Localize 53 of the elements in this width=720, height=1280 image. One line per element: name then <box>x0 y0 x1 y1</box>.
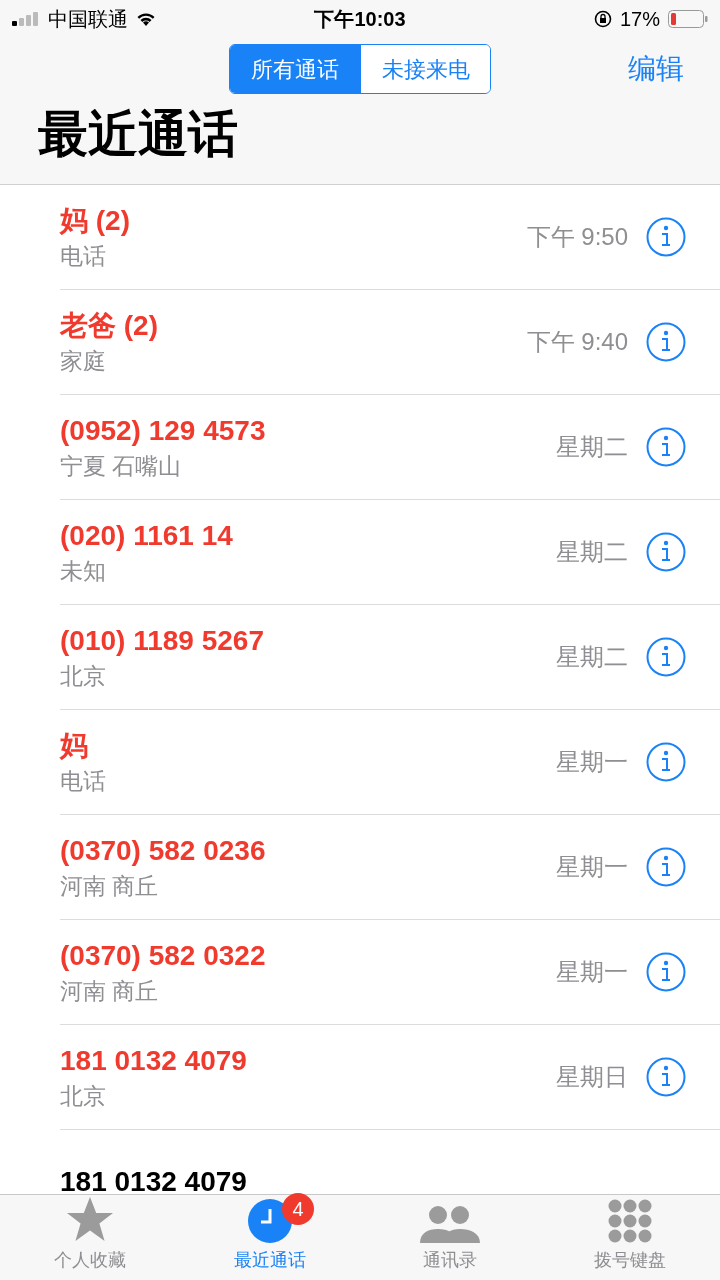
segment-tab[interactable]: 所有通话 <box>230 45 360 93</box>
caller-name: 妈 <box>60 729 89 763</box>
call-time: 星期一 <box>556 957 628 987</box>
tab-bar-item[interactable]: 通讯录 <box>360 1195 540 1280</box>
star-icon <box>66 1197 114 1243</box>
info-icon[interactable] <box>646 322 686 362</box>
call-label: 未知 <box>60 557 107 586</box>
caller-name: 181 0132 4079 <box>60 1044 248 1078</box>
clock-time: 下午10:03 <box>314 7 406 32</box>
call-label: 北京 <box>60 1082 107 1111</box>
call-label: 河南 商丘 <box>60 872 160 901</box>
info-icon[interactable] <box>646 637 686 677</box>
keypad-icon <box>608 1199 652 1243</box>
badge: 4 <box>282 1193 314 1225</box>
segment-tab[interactable]: 未接来电 <box>360 45 490 93</box>
wifi-icon <box>136 12 156 26</box>
call-time: 下午 9:50 <box>526 222 628 252</box>
info-icon[interactable] <box>646 532 686 572</box>
signal-icon <box>12 12 40 26</box>
caller-name: (0370) 582 0322 <box>60 939 267 973</box>
call-time: 星期一 <box>556 747 628 777</box>
info-icon[interactable] <box>646 952 686 992</box>
rotation-lock-icon <box>593 10 612 28</box>
edit-button[interactable]: 编辑 <box>628 48 684 90</box>
people-icon <box>420 1203 480 1243</box>
caller-name: (020) 1161 14 <box>60 519 234 553</box>
page-title: 最近通话 <box>37 105 239 164</box>
caller-name: (0952) 129 4573 <box>60 414 267 448</box>
info-icon[interactable] <box>646 847 686 887</box>
call-time: 下午 9:40 <box>526 327 628 357</box>
battery-icon <box>668 10 708 28</box>
info-icon[interactable] <box>646 427 686 467</box>
tab-bar-item[interactable]: 拨号键盘 <box>540 1195 720 1280</box>
call-label: 家庭 <box>60 347 107 376</box>
call-label: 河南 商丘 <box>60 977 160 1006</box>
call-label: 电话 <box>60 242 107 271</box>
call-time: 星期一 <box>556 852 628 882</box>
call-label: 电话 <box>60 767 107 796</box>
call-label: 宁夏 石嘴山 <box>60 452 183 481</box>
carrier-name: 中国联通 <box>48 7 128 32</box>
call-label: 北京 <box>60 662 107 691</box>
caller-name: (0370) 582 0236 <box>60 834 267 868</box>
call-time: 星期二 <box>556 432 628 462</box>
caller-name: 老爸 (2) <box>60 309 159 343</box>
info-icon[interactable] <box>646 742 686 782</box>
info-icon[interactable] <box>646 1057 686 1097</box>
info-icon[interactable] <box>646 217 686 257</box>
caller-name: (010) 1189 5267 <box>60 624 265 658</box>
caller-name: 妈 (2) <box>60 204 131 238</box>
battery-percent: 17% <box>619 7 660 32</box>
call-time: 星期二 <box>556 537 628 567</box>
call-time: 星期日 <box>556 1062 628 1092</box>
call-time: 星期二 <box>556 642 628 672</box>
